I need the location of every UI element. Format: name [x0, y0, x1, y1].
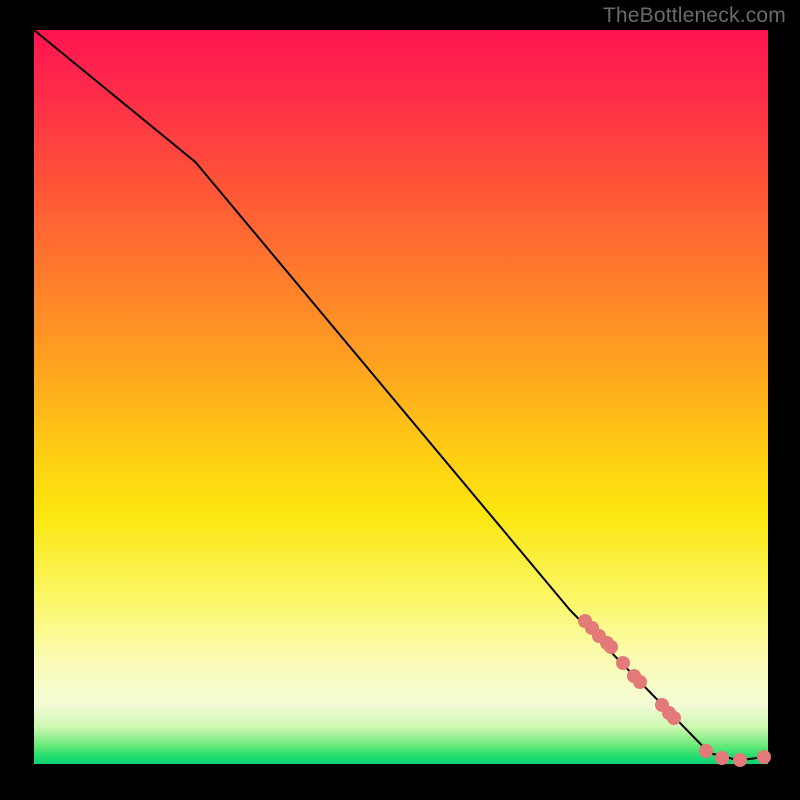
chart-plot-area — [34, 30, 768, 764]
watermark-text: TheBottleneck.com — [603, 4, 786, 28]
chart-marker — [633, 675, 647, 689]
chart-marker — [604, 640, 618, 654]
chart-marker — [757, 750, 771, 764]
chart-svg — [34, 30, 768, 764]
chart-marker — [733, 753, 747, 767]
chart-marker — [616, 656, 630, 670]
chart-marker — [699, 744, 713, 758]
chart-curve — [34, 30, 768, 760]
